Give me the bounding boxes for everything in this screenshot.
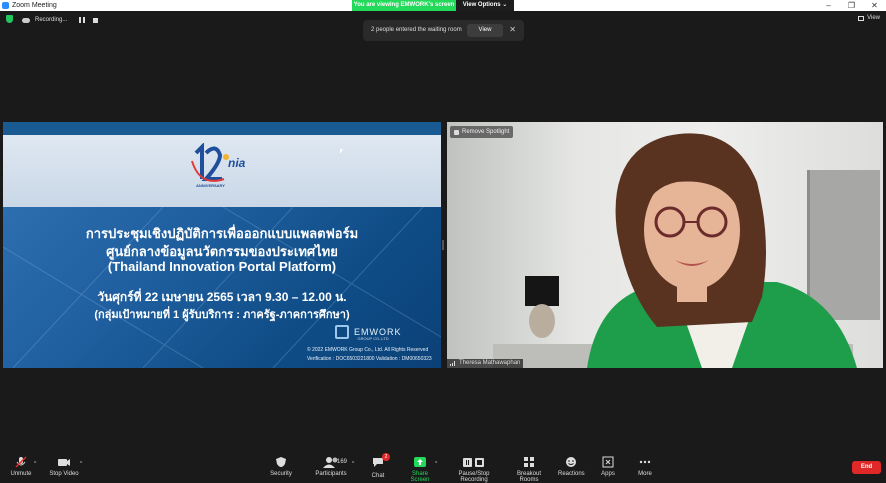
video-camera-icon xyxy=(58,459,70,466)
slide-line-3: (Thailand Innovation Portal Platform) xyxy=(107,259,337,274)
close-notification-icon[interactable]: ✕ xyxy=(509,25,516,34)
shared-screen: nia ANNIVERSARY การประชุมเชิงปฏิบัติการเ… xyxy=(3,122,441,368)
apps-icon xyxy=(602,456,614,468)
video-options-caret-icon[interactable]: ^ xyxy=(80,461,82,467)
nia-12th-anniversary-logo: nia ANNIVERSARY xyxy=(190,142,270,193)
end-meeting-button[interactable]: End xyxy=(852,461,881,474)
stop-video-button[interactable]: Stop Video xyxy=(48,456,80,477)
chat-button[interactable]: 2 Chat xyxy=(370,453,390,479)
breakout-rooms-label: Breakout Rooms xyxy=(516,471,541,483)
apps-label: Apps xyxy=(601,471,615,477)
security-shield-icon[interactable] xyxy=(6,15,13,23)
pause-stop-recording-label: Pause/Stop Recording xyxy=(458,471,490,483)
share-screen-label: Share Screen xyxy=(410,471,430,483)
waiting-room-view-button[interactable]: View xyxy=(467,24,503,37)
chat-label: Chat xyxy=(371,473,385,479)
emwork-sub: GROUP CO.,LTD xyxy=(357,336,389,341)
pin-icon xyxy=(454,129,459,135)
waiting-room-notification: 2 people entered the waiting room View ✕ xyxy=(363,20,524,41)
share-screen-icon xyxy=(414,457,426,467)
audio-level-icon xyxy=(450,361,456,366)
slide-target-line: (กลุ่มเป้าหมายที่ 1 ผู้รับบริการ : ภาครั… xyxy=(94,309,350,321)
waiting-room-text: 2 people entered the waiting room xyxy=(371,27,462,33)
pause-recording-icon[interactable] xyxy=(79,17,86,23)
window-controls: – ❐ ✕ xyxy=(817,0,886,11)
minimize-button[interactable]: – xyxy=(817,0,840,11)
muted-mic-icon xyxy=(15,456,27,468)
reactions-label: Reactions xyxy=(558,471,585,477)
cloud-recording-icon xyxy=(22,17,30,23)
window-title: Zoom Meeting xyxy=(12,2,57,9)
participant-name-tag: Theresa Mathawaphan xyxy=(447,359,524,368)
security-button[interactable]: Security xyxy=(268,456,294,477)
share-screen-button[interactable]: Share Screen xyxy=(402,456,438,483)
close-window-button[interactable]: ✕ xyxy=(863,0,886,11)
meeting-toolbar: Unmute ^ Stop Video ^ Security Participa… xyxy=(0,452,886,483)
remove-spotlight-button[interactable]: Remove Spotlight xyxy=(450,126,514,138)
remove-spotlight-label: Remove Spotlight xyxy=(462,129,510,135)
more-button[interactable]: More xyxy=(636,456,654,477)
participants-caret-icon[interactable]: ^ xyxy=(352,461,354,467)
emwork-mark-icon xyxy=(335,325,349,339)
security-label: Security xyxy=(270,471,292,477)
zoom-logo-icon xyxy=(2,2,9,9)
audio-options-caret-icon[interactable]: ^ xyxy=(34,461,36,467)
slide-verification: Verification : DOC6503221800 Validation … xyxy=(307,356,432,362)
view-options-button[interactable]: View Options ⌄ xyxy=(456,0,514,11)
participant-person xyxy=(587,133,857,368)
chat-badge: 2 xyxy=(382,453,390,461)
view-layout-label: View xyxy=(867,15,880,21)
lamp-base xyxy=(529,304,555,338)
spotlight-video: Remove Spotlight xyxy=(447,122,883,368)
pause-stop-recording-button[interactable]: Pause/Stop Recording xyxy=(446,456,502,483)
recording-label: Recording... xyxy=(35,17,68,23)
more-label: More xyxy=(638,471,652,477)
split-view-handle[interactable] xyxy=(442,240,444,250)
nia-brand-text: nia xyxy=(228,156,246,170)
breakout-rooms-button[interactable]: Breakout Rooms xyxy=(508,456,550,483)
more-dots-icon xyxy=(639,460,651,464)
pause-stop-icon xyxy=(463,458,484,467)
participant-name: Theresa Mathawaphan xyxy=(459,360,521,366)
apps-button[interactable]: Apps xyxy=(599,456,617,477)
stop-recording-icon[interactable] xyxy=(93,17,99,23)
share-options-caret-icon[interactable]: ^ xyxy=(435,461,437,467)
participants-count: 169 xyxy=(337,459,348,465)
security-shield-toolbar-icon xyxy=(276,457,286,467)
reactions-smiley-icon xyxy=(566,457,576,467)
viewing-screen-banner: You are viewing EMWORK's screen xyxy=(352,0,456,11)
recording-indicator: Recording... xyxy=(22,14,99,26)
unmute-label: Unmute xyxy=(10,471,32,477)
slide-copyright: © 2022 EMWORK Group Co., Ltd. All Rights… xyxy=(307,347,429,353)
restore-button[interactable]: ❐ xyxy=(840,0,863,11)
grid-icon xyxy=(858,15,865,21)
reactions-button[interactable]: Reactions xyxy=(558,456,585,477)
breakout-rooms-icon xyxy=(524,457,534,467)
view-layout-button[interactable]: View xyxy=(858,15,880,21)
anniversary-text: ANNIVERSARY xyxy=(196,183,225,188)
lamp-shade xyxy=(525,276,559,306)
participants-label: Participants xyxy=(315,471,347,477)
stop-video-label: Stop Video xyxy=(49,471,79,477)
emwork-logo: EMWORK GROUP CO.,LTD xyxy=(335,323,401,341)
mouse-cursor-icon xyxy=(340,149,343,154)
unmute-button[interactable]: Unmute xyxy=(9,456,33,477)
